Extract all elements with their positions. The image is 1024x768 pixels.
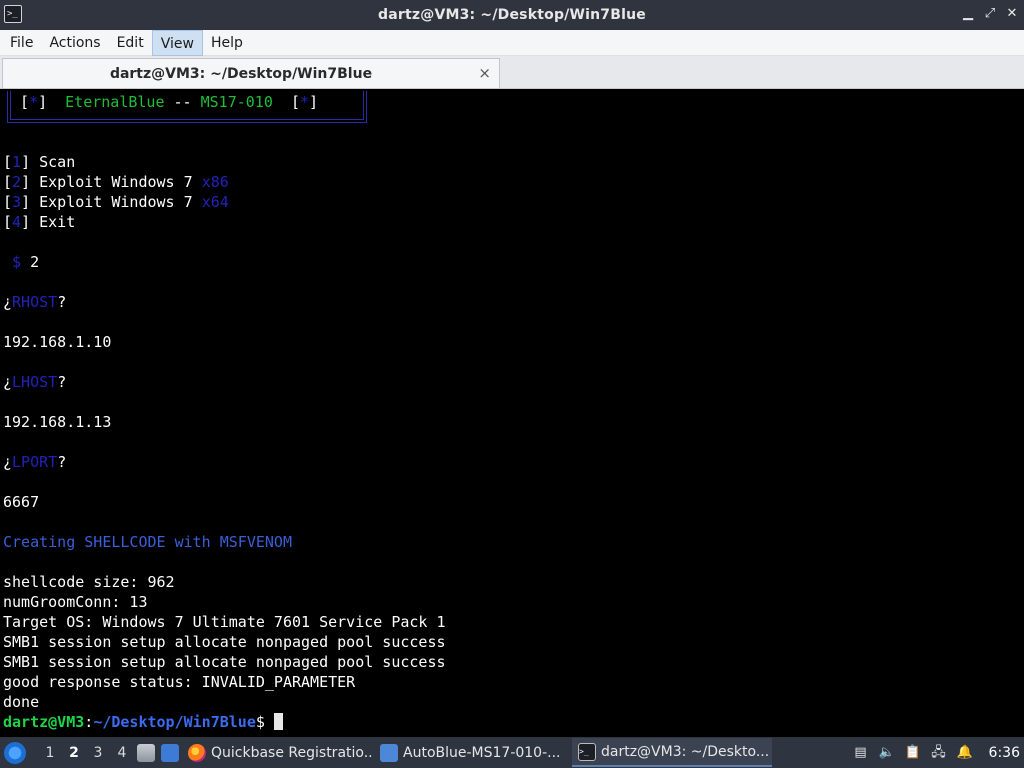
- menu-option-1: [1] Scan: [3, 153, 76, 171]
- clipboard-icon[interactable]: 📋: [905, 745, 921, 761]
- tab-close-icon[interactable]: ×: [478, 65, 491, 81]
- banner-bracket: [: [20, 93, 30, 111]
- prompt-colon: :: [84, 713, 94, 731]
- banner-separator: --: [173, 93, 192, 111]
- lhost-value: 192.168.1.13: [3, 413, 112, 431]
- prompt-path: ~/Desktop/Win7Blue: [93, 713, 256, 731]
- output-line: done: [3, 693, 40, 711]
- updates-icon[interactable]: ▤: [853, 745, 869, 761]
- clock[interactable]: 6:36: [989, 745, 1020, 761]
- output-line: numGroomConn: 13: [3, 593, 148, 611]
- menu-option-2: [2] Exploit Windows 7 x86: [3, 173, 229, 191]
- menu-option-3: [3] Exploit Windows 7 x64: [3, 193, 229, 211]
- banner-star: *: [299, 93, 309, 111]
- task-file-manager[interactable]: AutoBlue-MS17-010-...: [374, 738, 572, 767]
- menu-file[interactable]: File: [2, 30, 41, 56]
- menu-help[interactable]: Help: [203, 30, 251, 56]
- workspace-1[interactable]: 1: [38, 745, 62, 761]
- terminal-tab[interactable]: dartz@VM3: ~/Desktop/Win7Blue ×: [2, 58, 500, 88]
- window-titlebar[interactable]: >_ dartz@VM3: ~/Desktop/Win7Blue ▁ ⤢ ✕: [0, 0, 1024, 30]
- start-menu-icon[interactable]: [4, 741, 26, 764]
- rhost-question: ¿RHOST?: [3, 293, 67, 311]
- output-line: SMB1 session setup allocate nonpaged poo…: [3, 653, 446, 671]
- network-icon[interactable]: 🖧: [931, 745, 947, 761]
- banner-bracket: [: [290, 93, 300, 111]
- close-icon[interactable]: ✕: [1006, 6, 1018, 22]
- banner-cve: MS17-010: [200, 93, 273, 111]
- workspace-4[interactable]: 4: [110, 745, 134, 761]
- menu-view[interactable]: View: [151, 29, 203, 56]
- text-cursor: [273, 713, 283, 730]
- notifications-icon[interactable]: 🔔: [957, 745, 973, 761]
- banner-name: EternalBlue: [65, 93, 165, 111]
- banner-star: *: [29, 93, 39, 111]
- task-terminal[interactable]: >_ dartz@VM3: ~/Deskto...: [572, 738, 772, 767]
- terminal-app-icon: >_: [4, 5, 22, 23]
- output-line: good response status: INVALID_PARAMETER: [3, 673, 356, 691]
- banner-bracket: ]: [309, 93, 319, 111]
- banner-text: [*] EternalBlue -- MS17-010 [*]: [20, 92, 318, 112]
- volume-icon[interactable]: 🔈: [879, 745, 895, 761]
- task-label: dartz@VM3: ~/Deskto...: [601, 743, 770, 760]
- prompt-user: dartz@VM3: [3, 713, 85, 731]
- creating-shellcode-msg: Creating SHELLCODE with MSFVENOM: [3, 533, 292, 551]
- banner-bracket: ]: [38, 93, 48, 111]
- terminal-output[interactable]: [*] EternalBlue -- MS17-010 [*] [1] Scan…: [0, 89, 1024, 737]
- folder-icon: [380, 743, 398, 762]
- lport-value: 6667: [3, 493, 40, 511]
- tab-label: dartz@VM3: ~/Desktop/Win7Blue: [109, 66, 373, 82]
- task-label: AutoBlue-MS17-010-...: [403, 744, 561, 761]
- prompt-symbol: $: [255, 713, 265, 731]
- terminal-icon: >_: [578, 742, 596, 761]
- tabbar: dartz@VM3: ~/Desktop/Win7Blue ×: [0, 56, 1024, 89]
- task-label: Quickbase Registratio...: [211, 744, 374, 761]
- workspace-2[interactable]: 2: [62, 745, 86, 761]
- output-line: Target OS: Windows 7 Ultimate 7601 Servi…: [3, 613, 446, 631]
- output-line: SMB1 session setup allocate nonpaged poo…: [3, 633, 446, 651]
- menu-actions[interactable]: Actions: [41, 30, 108, 56]
- show-desktop-icon[interactable]: [161, 743, 179, 762]
- lport-question: ¿LPORT?: [3, 453, 67, 471]
- menu-option-4: [4] Exit: [3, 213, 76, 231]
- firefox-icon: [188, 743, 206, 762]
- window-controls: ▁ ⤢ ✕: [962, 6, 1018, 22]
- lhost-question: ¿LHOST?: [3, 373, 67, 391]
- output-line: shellcode size: 962: [3, 573, 175, 591]
- taskbar: 1 2 3 4 Quickbase Registratio... AutoBlu…: [0, 737, 1024, 768]
- minimize-icon[interactable]: ▁: [962, 6, 974, 22]
- window-title: dartz@VM3: ~/Desktop/Win7Blue: [378, 7, 646, 23]
- shell-prompt[interactable]: dartz@VM3:~/Desktop/Win7Blue$: [3, 712, 283, 732]
- workspace-3[interactable]: 3: [86, 745, 110, 761]
- rhost-value: 192.168.1.10: [3, 333, 112, 351]
- task-firefox[interactable]: Quickbase Registratio...: [182, 738, 374, 767]
- maximize-icon[interactable]: ⤢: [984, 6, 996, 22]
- file-manager-launcher-icon[interactable]: [137, 743, 155, 762]
- choice-line: $ 2: [12, 253, 40, 271]
- menubar: File Actions Edit View Help: [0, 29, 1024, 56]
- system-tray: ▤ 🔈 📋 🖧 🔔 6:36: [853, 745, 1024, 761]
- menu-edit[interactable]: Edit: [109, 30, 152, 56]
